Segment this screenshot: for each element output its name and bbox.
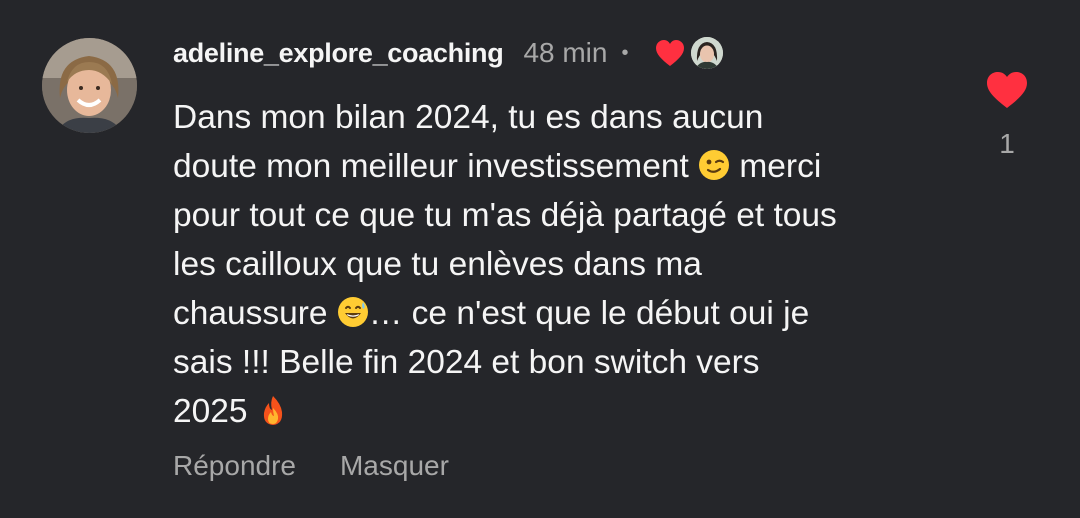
comment-line: chaussure … ce n'est que le début oui je bbox=[173, 295, 810, 332]
comment-line: 2025 bbox=[173, 387, 953, 436]
comment-item: adeline_explore_coaching 48 min • Dans m… bbox=[0, 0, 1080, 518]
comment-line: pour tout ce que tu m'as déjà partagé et… bbox=[173, 197, 837, 234]
fire-icon bbox=[257, 393, 289, 430]
comment-line: sais !!! Belle fin 2024 et bon switch ve… bbox=[173, 344, 760, 381]
separator-dot: • bbox=[621, 41, 629, 64]
like-heart-icon[interactable] bbox=[985, 70, 1029, 110]
commenter-avatar[interactable] bbox=[42, 38, 137, 133]
timestamp: 48 min bbox=[523, 37, 608, 68]
comment-header: adeline_explore_coaching 48 min • bbox=[173, 31, 723, 75]
username[interactable]: adeline_explore_coaching bbox=[173, 38, 504, 69]
comment-text: Dans mon bilan 2024, tu es dans aucun do… bbox=[173, 93, 953, 436]
creator-heart-icon bbox=[655, 39, 685, 67]
grinning-face-with-sweat-icon bbox=[337, 295, 369, 332]
comment-line: doute mon meilleur investissement merci bbox=[173, 148, 822, 185]
hide-button[interactable]: Masquer bbox=[340, 450, 449, 482]
like-count: 1 bbox=[999, 128, 1015, 159]
creator-avatar bbox=[690, 37, 723, 69]
comment-line: les cailloux que tu enlèves dans ma bbox=[173, 246, 702, 283]
comment-line: Dans mon bilan 2024, tu es dans aucun bbox=[173, 99, 764, 136]
reply-button[interactable]: Répondre bbox=[173, 450, 296, 482]
winking-face-icon bbox=[698, 148, 730, 185]
comment-actions: Répondre Masquer bbox=[173, 450, 449, 482]
